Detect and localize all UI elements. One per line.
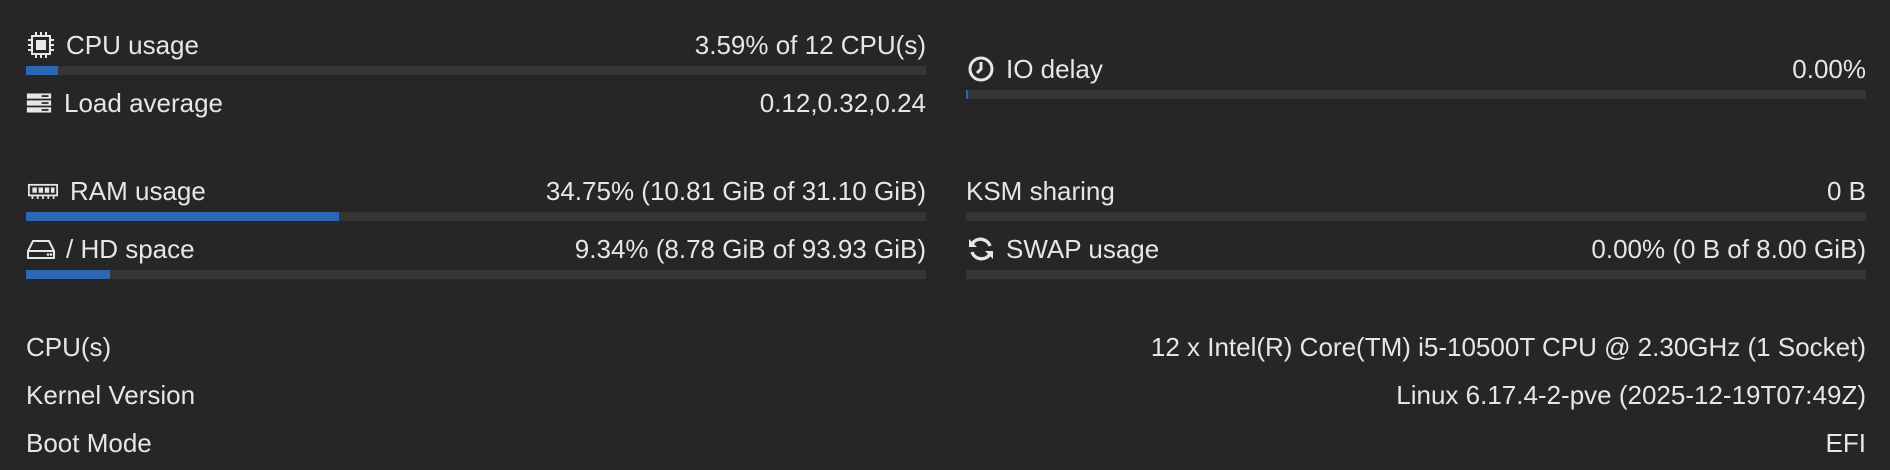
swap-usage-row: SWAP usage 0.00% (0 B of 8.00 GiB) (966, 232, 1866, 266)
io-delay-bar-fill (966, 90, 968, 99)
ram-usage-bar (26, 212, 926, 221)
swap-usage-bar (966, 270, 1866, 279)
load-average-row: Load average 0.12,0.32,0.24 (26, 86, 926, 120)
boot-mode-value: EFI (1825, 427, 1866, 458)
io-delay-label: IO delay (1006, 53, 1103, 84)
io-delay-row: IO delay 0.00% (966, 52, 1866, 86)
server-icon (26, 88, 52, 118)
kernel-version-value: Linux 6.17.4-2-pve (2025-12-19T07:49Z) (1396, 379, 1866, 410)
clock-icon (966, 54, 996, 84)
cpus-value: 12 x Intel(R) Core(TM) i5-10500T CPU @ 2… (1150, 331, 1866, 362)
boot-mode-label: Boot Mode (26, 427, 152, 458)
io-delay-bar (966, 90, 1866, 99)
ram-usage-row: RAM usage 34.75% (10.81 GiB of 31.10 GiB… (26, 174, 926, 208)
io-delay-value: 0.00% (1792, 53, 1866, 84)
cpu-usage-row: CPU usage 3.59% of 12 CPU(s) (26, 28, 926, 62)
hd-space-bar (26, 270, 926, 279)
swap-usage-label: SWAP usage (1006, 233, 1160, 264)
hd-space-label: / HD space (66, 233, 195, 264)
hd-space-row: / HD space 9.34% (8.78 GiB of 93.93 GiB) (26, 232, 926, 266)
ksm-sharing-value: 0 B (1826, 175, 1866, 206)
refresh-icon (966, 234, 996, 264)
ram-usage-label: RAM usage (70, 175, 206, 206)
ram-usage-value: 34.75% (10.81 GiB of 31.10 GiB) (545, 175, 926, 206)
swap-usage-value: 0.00% (0 B of 8.00 GiB) (1591, 233, 1866, 264)
ram-usage-bar-fill (26, 212, 339, 221)
hd-space-value: 9.34% (8.78 GiB of 93.93 GiB) (574, 233, 926, 264)
hdd-icon (26, 234, 56, 264)
kernel-version-label: Kernel Version (26, 379, 196, 410)
info-row-boot-mode: Boot Mode EFI (26, 426, 1866, 460)
cpu-usage-bar-fill (26, 66, 59, 75)
cpu-icon (26, 30, 56, 60)
cpu-usage-bar (26, 66, 926, 75)
load-average-value: 0.12,0.32,0.24 (759, 87, 926, 118)
cpu-usage-label: CPU usage (66, 29, 199, 60)
load-average-label: Load average (64, 87, 224, 118)
info-row-cpus: CPU(s) 12 x Intel(R) Core(TM) i5-10500T … (26, 330, 1866, 364)
ksm-sharing-bar (966, 212, 1866, 221)
info-row-kernel-version: Kernel Version Linux 6.17.4-2-pve (2025-… (26, 378, 1866, 412)
cpus-label: CPU(s) (26, 331, 112, 362)
hd-space-bar-fill (26, 270, 111, 279)
ksm-sharing-row: KSM sharing 0 B (966, 174, 1866, 208)
ksm-sharing-label: KSM sharing (966, 175, 1115, 206)
memory-icon (26, 176, 60, 206)
cpu-usage-value: 3.59% of 12 CPU(s) (694, 29, 926, 60)
